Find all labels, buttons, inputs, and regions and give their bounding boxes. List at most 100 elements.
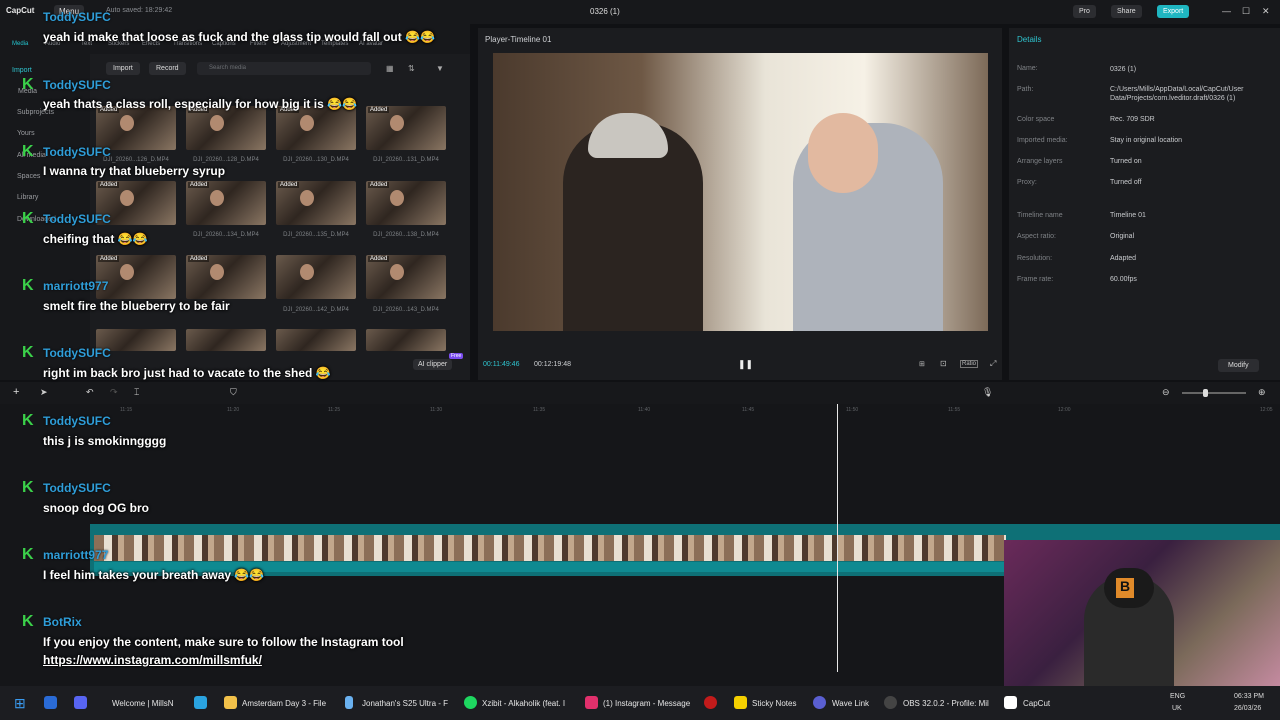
telegram-icon[interactable] bbox=[194, 696, 207, 709]
wave-link-icon[interactable] bbox=[813, 696, 826, 709]
windows-start-icon[interactable]: ⊞ bbox=[14, 695, 26, 712]
media-thumb[interactable]: Added bbox=[186, 106, 266, 150]
detail-key: Imported media: bbox=[1017, 137, 1068, 144]
time-ruler[interactable]: 11:15 11:20 11:25 11:30 11:35 11:40 11:4… bbox=[90, 404, 1280, 418]
media-thumb[interactable]: Added bbox=[276, 106, 356, 150]
share-button[interactable]: Share bbox=[1111, 5, 1142, 18]
ratio-button[interactable]: Ratio bbox=[960, 360, 979, 368]
pause-icon[interactable]: ❚❚ bbox=[738, 359, 753, 370]
media-thumb[interactable]: Added bbox=[276, 181, 356, 225]
spotify-icon[interactable] bbox=[464, 696, 477, 709]
zoom-slider[interactable] bbox=[1182, 392, 1246, 394]
tool-adjustment[interactable]: Adjustment bbox=[281, 41, 311, 47]
tool-stickers[interactable]: Stickers bbox=[108, 41, 129, 47]
record-button[interactable]: Record bbox=[149, 62, 186, 75]
task-item[interactable]: Sticky Notes bbox=[752, 699, 796, 708]
media-thumb[interactable] bbox=[186, 329, 266, 351]
tool-filters[interactable]: Filters bbox=[250, 41, 266, 47]
task-item[interactable]: Wave Link bbox=[832, 699, 869, 708]
capcut-icon[interactable] bbox=[1004, 696, 1017, 709]
nav-library[interactable]: Library bbox=[17, 194, 38, 201]
fullscreen-view-icon[interactable]: ⊞ bbox=[919, 360, 925, 368]
media-thumb[interactable]: Added bbox=[366, 106, 446, 150]
nav-subprojects[interactable]: Subprojects bbox=[17, 109, 54, 116]
media-thumb[interactable]: Added bbox=[186, 181, 266, 225]
redo-icon[interactable]: ↷ bbox=[110, 387, 118, 398]
menu-button[interactable]: Menu bbox=[54, 5, 85, 18]
folder-icon[interactable] bbox=[224, 696, 237, 709]
ai-clipper-button[interactable]: AI clipper bbox=[413, 359, 453, 370]
microphone-icon[interactable]: 🎙 bbox=[982, 387, 993, 398]
tool-media[interactable]: Media bbox=[12, 41, 28, 47]
playhead[interactable] bbox=[837, 404, 838, 672]
detail-value: Turned off bbox=[1110, 179, 1142, 186]
marker-icon[interactable]: ⛉ bbox=[230, 387, 237, 398]
clock-date[interactable]: 26/03/26 bbox=[1234, 705, 1261, 712]
minimize-icon[interactable]: — bbox=[1222, 6, 1231, 16]
region-indicator[interactable]: UK bbox=[1172, 705, 1182, 712]
task-item[interactable]: (1) Instagram - Message bbox=[603, 699, 690, 708]
clock-time[interactable]: 06:33 PM bbox=[1234, 693, 1264, 700]
tool-audio[interactable]: Audio bbox=[45, 41, 60, 47]
modify-button[interactable]: Modify bbox=[1218, 359, 1259, 372]
nav-media[interactable]: Media bbox=[18, 88, 37, 95]
media-thumb[interactable]: Added bbox=[186, 255, 266, 299]
undo-icon[interactable]: ↶ bbox=[86, 387, 94, 398]
nav-all-media[interactable]: All media bbox=[17, 152, 46, 159]
media-thumb[interactable] bbox=[96, 329, 176, 351]
export-button[interactable]: Export bbox=[1157, 5, 1190, 18]
snapshot-icon[interactable]: ⊡ bbox=[940, 359, 947, 368]
media-thumb[interactable]: Added bbox=[366, 181, 446, 225]
select-tool-icon[interactable]: ➤ bbox=[40, 387, 48, 398]
media-thumb[interactable]: Added bbox=[96, 255, 176, 299]
zoom-in-icon[interactable]: ⊕ bbox=[1258, 387, 1266, 398]
expand-icon[interactable]: ⤢ bbox=[990, 359, 996, 369]
zoom-out-icon[interactable]: ⊖ bbox=[1162, 387, 1170, 398]
task-item[interactable]: Jonathan's S25 Ultra - F bbox=[362, 699, 448, 708]
split-icon[interactable]: ⌶ bbox=[134, 387, 139, 398]
record-app-icon[interactable] bbox=[704, 696, 717, 709]
grid-view-icon[interactable]: ▦ bbox=[386, 64, 394, 73]
tool-effects[interactable]: Effects bbox=[142, 41, 160, 47]
sticky-notes-icon[interactable] bbox=[734, 696, 747, 709]
close-icon[interactable]: ✕ bbox=[1262, 6, 1270, 17]
maximize-icon[interactable]: ☐ bbox=[1242, 6, 1250, 17]
sort-icon[interactable]: ⇅ bbox=[408, 64, 415, 73]
media-thumb[interactable]: Added bbox=[96, 181, 176, 225]
tool-transitions[interactable]: Transitions bbox=[173, 41, 202, 47]
nav-downloaded[interactable]: Downloaded bbox=[17, 216, 56, 223]
title-bar: CapCut Menu Auto saved: 18:29:42 0326 (1… bbox=[0, 0, 1280, 24]
clip-audio-bar[interactable] bbox=[94, 562, 1006, 572]
language-indicator[interactable]: ENG bbox=[1170, 693, 1185, 700]
task-item[interactable]: Amsterdam Day 3 - File bbox=[242, 699, 326, 708]
search-input[interactable]: Search media bbox=[197, 62, 371, 75]
nav-spaces[interactable]: Spaces bbox=[17, 173, 40, 180]
filter-icon[interactable]: ▼ bbox=[436, 64, 444, 73]
import-button[interactable]: Import bbox=[106, 62, 140, 75]
task-item[interactable]: CapCut bbox=[1023, 699, 1050, 708]
tool-templates[interactable]: Templates bbox=[321, 41, 348, 47]
task-item[interactable]: Xzibit - Alkaholik (feat. I bbox=[482, 699, 565, 708]
obs-icon[interactable] bbox=[884, 696, 897, 709]
task-item[interactable]: Welcome | MillsN bbox=[112, 699, 174, 708]
media-thumb[interactable] bbox=[366, 329, 446, 351]
clip-thumbnail-strip[interactable] bbox=[94, 535, 1006, 561]
nav-yours[interactable]: Yours bbox=[17, 130, 35, 137]
zoom-slider-handle[interactable] bbox=[1203, 389, 1208, 397]
pro-button[interactable]: Pro bbox=[1073, 5, 1096, 18]
edge-icon[interactable] bbox=[44, 696, 57, 709]
video-preview[interactable] bbox=[493, 53, 988, 331]
instagram-icon[interactable] bbox=[585, 696, 598, 709]
media-thumb[interactable] bbox=[276, 255, 356, 299]
tool-text[interactable]: Text bbox=[81, 41, 92, 47]
tool-captions[interactable]: Captions bbox=[212, 41, 236, 47]
media-thumb[interactable] bbox=[276, 329, 356, 351]
media-thumb[interactable]: Added bbox=[366, 255, 446, 299]
media-thumb[interactable]: Added bbox=[96, 106, 176, 150]
tool-ai-avatar[interactable]: AI avatar bbox=[359, 41, 383, 47]
phone-icon[interactable] bbox=[345, 696, 353, 709]
add-icon[interactable]: + bbox=[13, 386, 19, 398]
task-item[interactable]: OBS 32.0.2 - Profile: Mil bbox=[903, 699, 989, 708]
nav-import[interactable]: Import bbox=[12, 67, 32, 74]
discord-icon[interactable] bbox=[74, 696, 87, 709]
